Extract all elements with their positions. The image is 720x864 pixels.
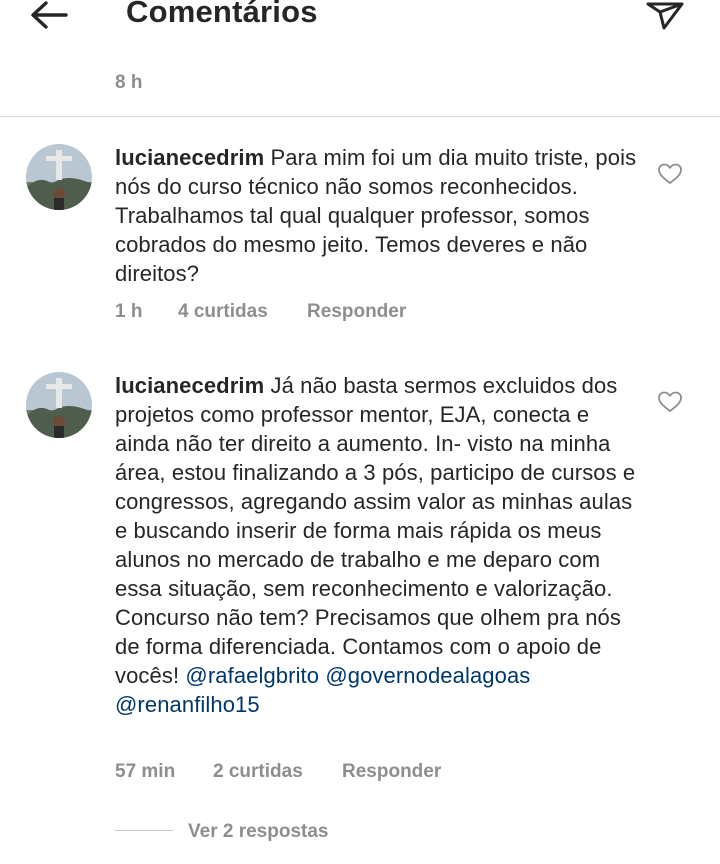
avatar[interactable] [26, 144, 92, 210]
paper-plane-icon[interactable] [644, 0, 686, 30]
view-replies-button[interactable]: Ver 2 respostas [188, 821, 328, 843]
reply-button[interactable]: Responder [342, 761, 441, 783]
comment-body: Já não basta sermos excluidos dos projet… [115, 373, 636, 688]
likes-count[interactable]: 2 curtidas [213, 761, 303, 783]
page-title: Comentários [126, 0, 318, 29]
comment-username[interactable]: lucianecedrim [115, 145, 264, 170]
divider [0, 116, 720, 117]
avatar[interactable] [26, 372, 92, 438]
heart-icon[interactable] [657, 390, 683, 414]
reply-button[interactable]: Responder [307, 301, 406, 323]
comment-username[interactable]: lucianecedrim [115, 373, 264, 398]
mention-link[interactable]: @governodealagoas [325, 663, 530, 688]
comment-text: lucianecedrim Para mim foi um dia muito … [115, 143, 645, 288]
comment-time: 57 min [115, 761, 176, 782]
comment-timestamp: 8 h [115, 72, 143, 93]
arrow-left-icon[interactable] [28, 0, 72, 32]
heart-icon[interactable] [657, 162, 683, 186]
replies-divider [115, 830, 173, 831]
comment-text: lucianecedrim Já não basta sermos exclui… [115, 371, 645, 719]
header: Comentários [0, 0, 720, 34]
likes-count[interactable]: 4 curtidas [178, 301, 268, 323]
comment-time: 1 h [115, 301, 143, 322]
mention-link[interactable]: @renanfilho15 [115, 692, 260, 717]
mention-link[interactable]: @rafaelgbrito [185, 663, 319, 688]
